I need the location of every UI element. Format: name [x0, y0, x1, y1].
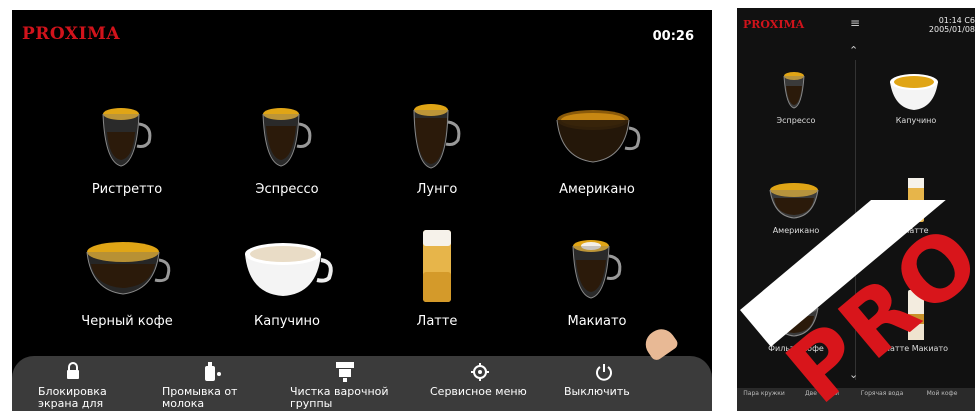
drink-label: Латте — [416, 314, 458, 329]
milk-rinse-label: Промывка от молока — [162, 385, 238, 410]
lungo-cup-icon — [413, 104, 461, 169]
side-drink-label: Американо — [772, 226, 820, 235]
main-screen: PROXIMA 00:26 Ристретто Эспрессо Лунго А… — [12, 10, 712, 411]
drink-label: Черный кофе — [81, 314, 173, 329]
side-drink-latte[interactable]: Латте — [861, 176, 971, 235]
side-divider — [855, 60, 856, 380]
drink-tile-cappuccino[interactable]: Капучино — [212, 224, 362, 329]
side-bottom-item[interactable]: Мой кофе — [919, 390, 965, 397]
side-bottom-item[interactable]: Две чашки — [799, 390, 845, 397]
ristretto-cup-icon — [102, 108, 152, 167]
side-drink-label: Латте — [903, 226, 929, 235]
side-drink-cappuccino[interactable]: Капучино — [861, 66, 971, 125]
milk-rinse-icon — [162, 362, 262, 386]
espresso-cup-icon — [262, 108, 312, 167]
side-drink-latte-macchiato[interactable]: Латте Макиато — [861, 288, 971, 353]
drink-label: Лунго — [416, 182, 458, 197]
milk-rinse-button[interactable]: Промывка от молока — [162, 362, 262, 410]
lock-icon — [38, 362, 108, 386]
espresso-cup-icon — [783, 72, 805, 109]
drink-label: Ристретто — [91, 182, 163, 197]
side-drink-label: Капучино — [895, 116, 937, 125]
drink-label: Макиато — [567, 314, 627, 329]
power-off-label: Выключить — [564, 385, 630, 398]
lock-screen-button[interactable]: Блокировка экрана для — [38, 362, 108, 410]
side-date-value: 2005/01/08 — [928, 25, 975, 34]
side-drink-americano[interactable]: Американо — [741, 176, 851, 235]
side-drink-label: Фильтр кофе — [768, 344, 824, 353]
brew-group-label: Чистка варочной группы — [290, 385, 389, 410]
macchiato-cup-icon — [572, 240, 622, 299]
drink-tile-ristretto[interactable]: Ристретто — [52, 92, 202, 197]
filter-coffee-cup-icon — [769, 301, 819, 337]
drink-tile-black-coffee[interactable]: Черный кофе — [52, 224, 202, 329]
power-off-button[interactable]: Выключить — [564, 362, 644, 398]
side-bottom-item[interactable]: Горячая вода — [859, 390, 905, 397]
side-drink-espresso[interactable]: Эспрессо — [741, 66, 851, 125]
side-screen: PROXIMA ≡ 01:14 C6 2005/01/08 ⌃ Эспрессо… — [737, 8, 975, 411]
drink-tile-espresso[interactable]: Эспрессо — [212, 92, 362, 197]
brand-logo: PROXIMA — [22, 24, 121, 44]
lock-screen-label: Блокировка экрана для — [38, 385, 107, 410]
drink-tile-americano[interactable]: Американо — [522, 92, 672, 197]
americano-cup-icon — [556, 110, 641, 163]
black-coffee-cup-icon — [86, 242, 171, 295]
brew-group-icon — [290, 362, 400, 386]
latte-macchiato-glass-icon — [908, 290, 924, 340]
side-drink-label: Эспрессо — [776, 116, 816, 125]
power-icon — [564, 362, 644, 386]
americano-cup-icon — [769, 183, 819, 219]
service-menu-label: Сервисное меню — [430, 385, 527, 398]
side-drink-label: Латте Макиато — [884, 344, 948, 353]
latte-glass-icon — [908, 178, 924, 222]
side-bottom-bar: Пара кружки Две чашки Горячая вода Мой к… — [737, 388, 975, 411]
gear-icon — [430, 362, 530, 386]
scroll-up-icon[interactable]: ⌃ — [849, 44, 858, 57]
drink-label: Американо — [559, 182, 635, 197]
drink-label: Капучино — [254, 314, 320, 329]
side-drink-filter-coffee[interactable]: Фильтр кофе — [741, 294, 851, 353]
side-time-value: 01:14 — [938, 16, 962, 25]
drink-label: Эспрессо — [255, 182, 319, 197]
drink-tile-lungo[interactable]: Лунго — [362, 92, 512, 197]
clock: 00:26 — [652, 29, 694, 44]
side-brand-logo: PROXIMA — [743, 18, 805, 31]
hamburger-icon[interactable]: ≡ — [850, 16, 860, 30]
side-bottom-item[interactable]: Пара кружки — [741, 390, 787, 397]
scroll-down-icon[interactable]: ⌄ — [849, 368, 858, 381]
cappuccino-cup-icon — [890, 74, 938, 110]
bottom-bar: Блокировка экрана для Промывка от молока… — [12, 356, 712, 411]
cappuccino-cup-icon — [245, 243, 333, 296]
drink-grid: Ристретто Эспрессо Лунго Американо Черны… — [52, 92, 672, 332]
drink-tile-macchiato[interactable]: Макиато — [522, 224, 672, 329]
side-clock: 01:14 C6 2005/01/08 — [905, 16, 975, 34]
brew-group-clean-button[interactable]: Чистка варочной группы — [290, 362, 400, 410]
latte-glass-icon — [423, 230, 451, 302]
side-temp-value: C6 — [964, 16, 975, 25]
drink-tile-latte[interactable]: Латте — [362, 224, 512, 329]
service-menu-button[interactable]: Сервисное меню — [430, 362, 530, 398]
